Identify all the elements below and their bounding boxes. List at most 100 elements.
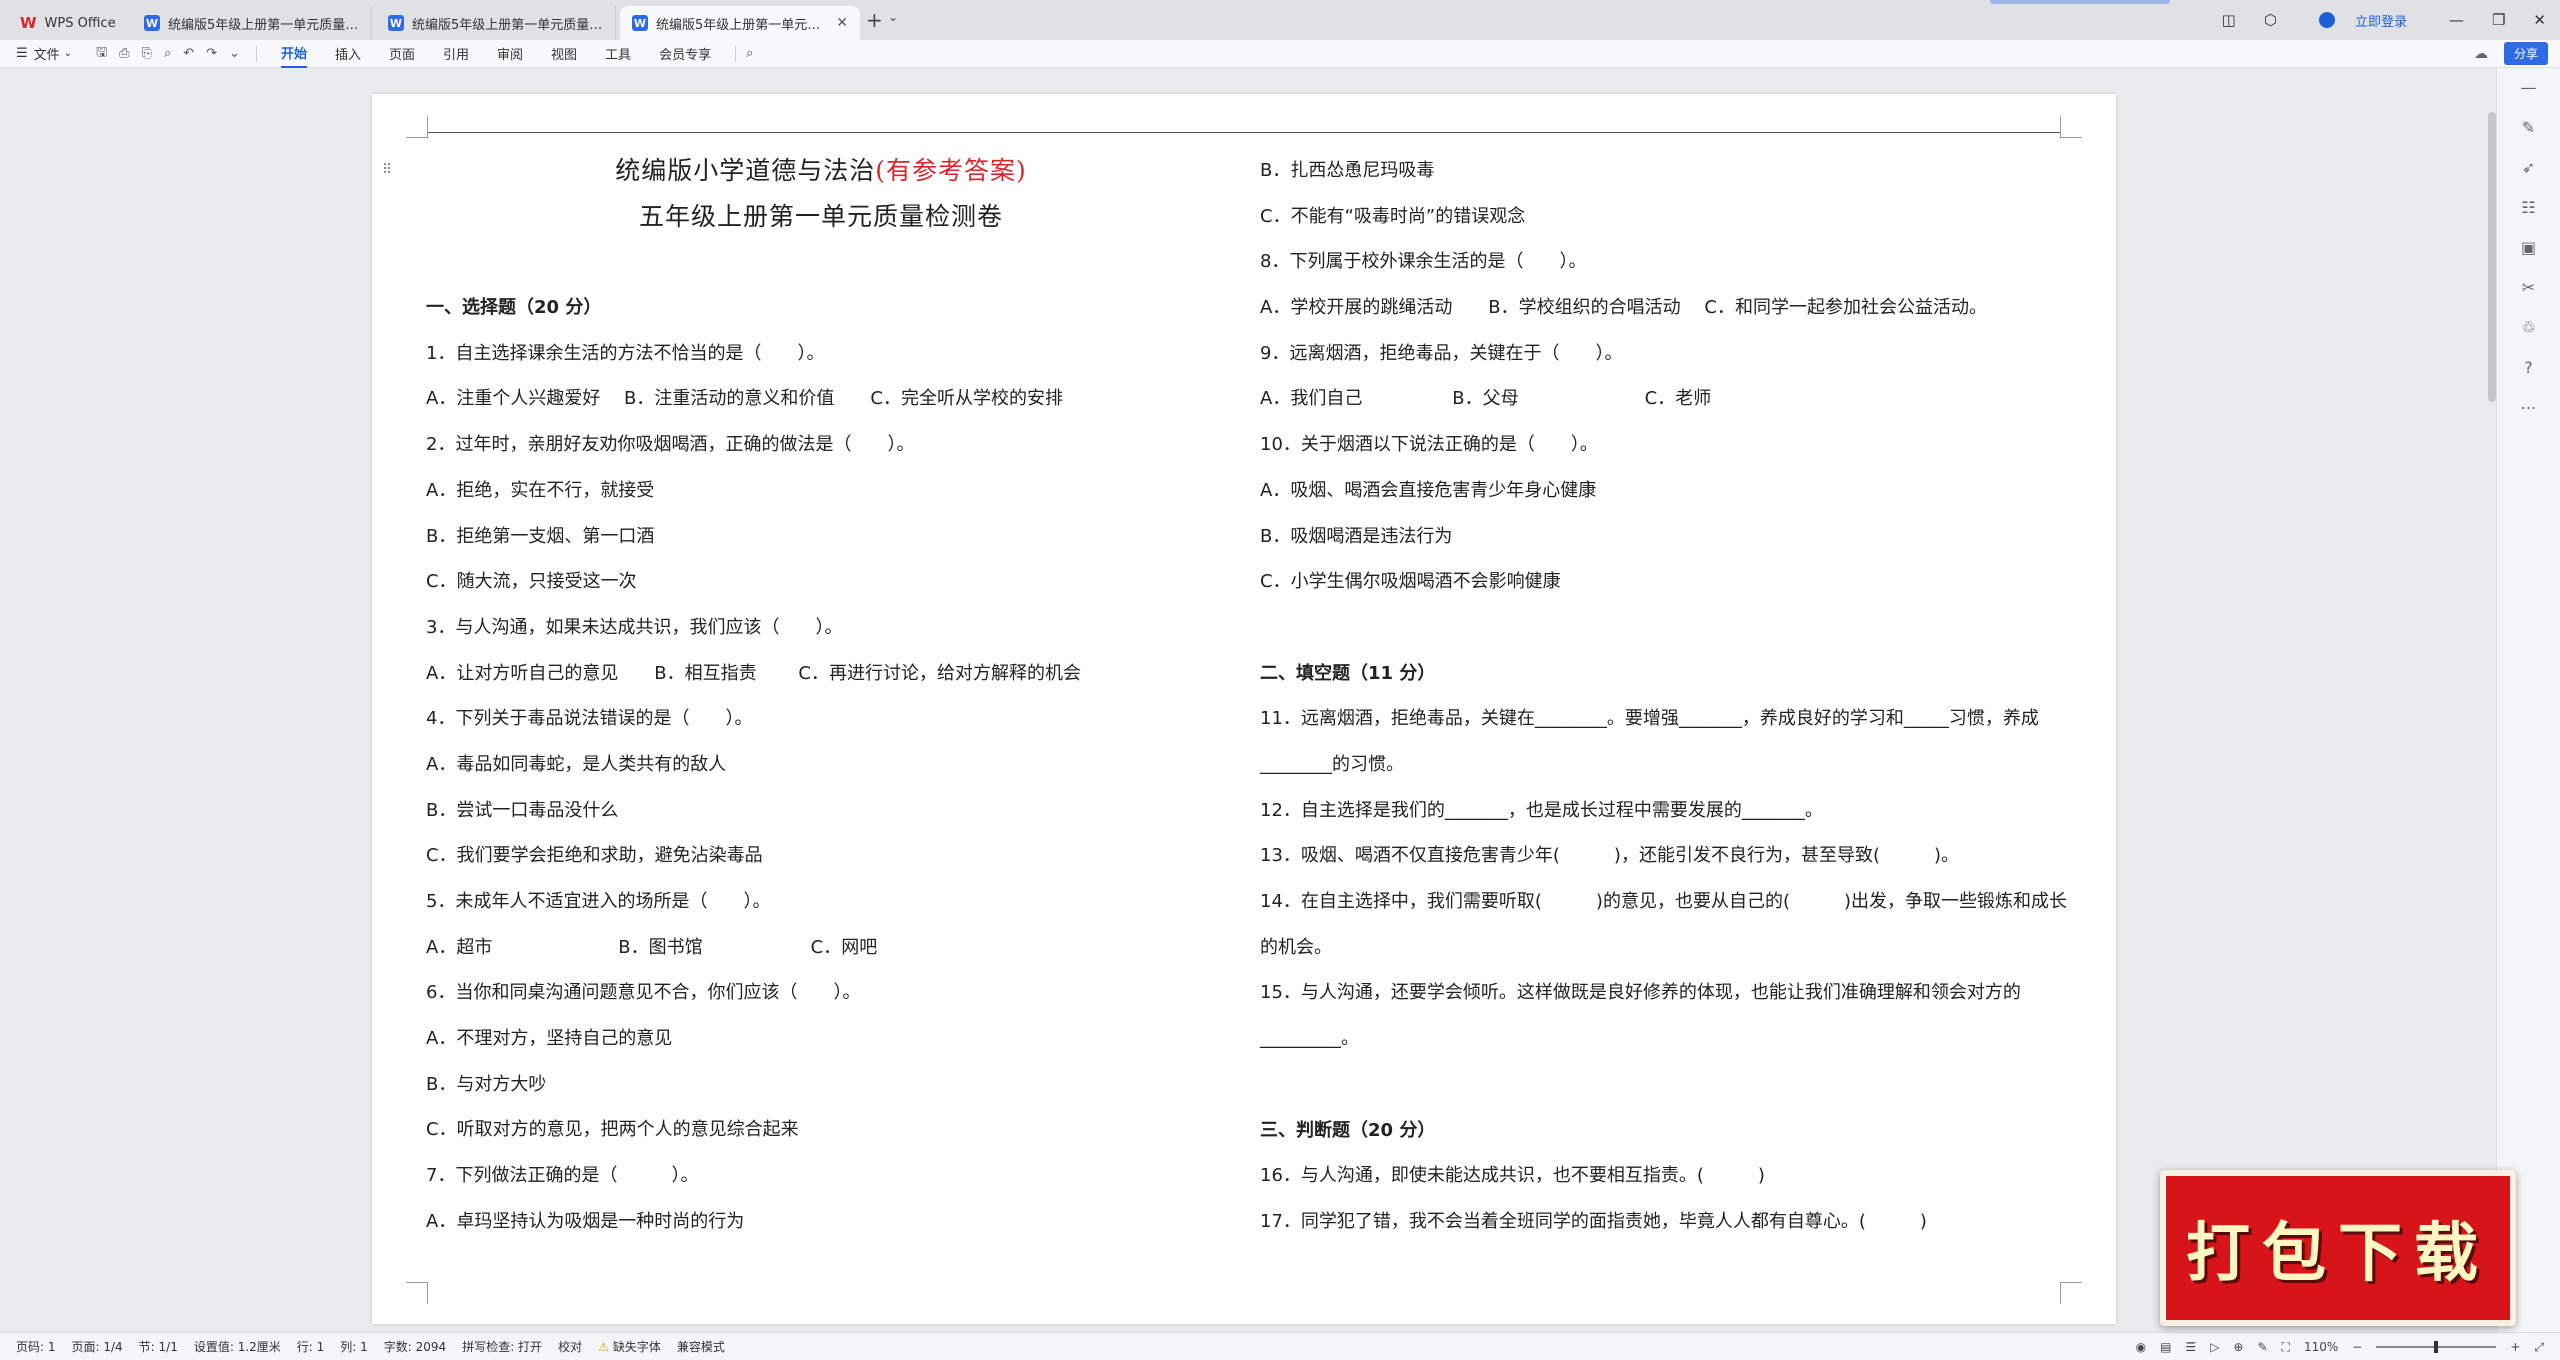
tab-document[interactable]: W 统编版5年级上册第一单元质量调研卷 [132, 6, 372, 40]
tab-view[interactable]: 视图 [551, 40, 577, 67]
minimize-icon[interactable]: — [2449, 11, 2464, 29]
option-line: A．拒绝，实在不行，就接受 [426, 479, 655, 501]
chevron-down-icon[interactable]: ⌄ [888, 10, 898, 24]
outline-view-icon[interactable]: ☰ [2185, 1340, 2196, 1354]
status-words[interactable]: 字数: 2094 [384, 1338, 446, 1355]
fit-icon[interactable]: ⛶ [2282, 1340, 2290, 1355]
option-line: A．卓玛坚持认为吸烟是一种时尚的行为 [426, 1210, 745, 1232]
zoom-slider[interactable] [2376, 1341, 2497, 1353]
new-tab-icon[interactable]: + [866, 8, 883, 32]
login-button[interactable]: 立即登录 [2305, 11, 2421, 30]
download-badge[interactable]: 打包下载 [2160, 1170, 2516, 1326]
status-right: ◉ ▤ ☰ ▷ ⊕ ✎ ⛶ 110% − + ⤢ [2122, 1333, 2544, 1360]
edit-icon[interactable]: ✎ [2497, 108, 2560, 148]
status-page[interactable]: 页码: 1 [16, 1338, 56, 1355]
doc-subtitle: 五年级上册第一单元质量检测卷 [638, 201, 1003, 231]
question-line: 12．自主选择是我们的_______，也是成长过程中需要发展的_______。 [1260, 799, 1823, 821]
option-line: A．我们自己 B．父母 C．老师 [1260, 388, 1712, 410]
tab-references[interactable]: 引用 [443, 40, 469, 67]
wps-logo-icon: W [20, 14, 37, 32]
status-proofread[interactable]: 校对 [558, 1338, 582, 1355]
search-icon[interactable]: ⌕ [746, 46, 753, 61]
status-pages[interactable]: 页面: 1/4 [72, 1338, 123, 1355]
pointer-icon[interactable]: ➶ [2497, 148, 2560, 188]
download-badge-label: 打包下载 [2186, 1216, 2490, 1291]
tab-home[interactable]: 开始 [280, 39, 307, 68]
document-page[interactable]: ⠿ 统编版小学道德与法治(有参考答案) 五年级上册第一单元质量检测卷 一、选择题… [372, 94, 2116, 1324]
question-line: 11．远离烟酒，拒绝毒品，关键在________。要增强_______，养成良好… [1260, 708, 2039, 775]
zoom-value[interactable]: 110% [2304, 1340, 2338, 1354]
option-line: C．不能有“吸毒时尚”的错误观念 [1260, 205, 1526, 227]
close-window-icon[interactable]: ✕ [2533, 11, 2546, 29]
question-line: 16．与人沟通，即使未能达成共识，也不要相互指责。( ) [1260, 1165, 1765, 1187]
tab-review[interactable]: 审阅 [497, 40, 523, 67]
file-menu-button[interactable]: ☰ 文件 ⌄ [16, 44, 72, 63]
save-icon[interactable]: 🖫 [96, 43, 107, 65]
eye-icon[interactable]: ◉ [2136, 1340, 2146, 1354]
tab-page[interactable]: 页面 [389, 40, 415, 67]
ribbon-right: ☁ 分享 [2474, 42, 2548, 65]
settings-sliders-icon[interactable]: ☷ [2497, 188, 2560, 228]
fullscreen-icon[interactable]: ⤢ [2534, 1340, 2544, 1355]
option-line: A．让对方听自己的意见 B．相互指责 C．再进行讨论，给对方解释的机会 [426, 662, 1081, 684]
redo-icon[interactable]: ↷ [206, 46, 217, 61]
option-line: B．拒绝第一支烟、第一口酒 [426, 525, 655, 547]
tab-label: 统编版5年级上册第一单元质量调研卷 [412, 17, 603, 33]
tab-insert[interactable]: 插入 [335, 40, 361, 67]
status-setting[interactable]: 设置值: 1.2厘米 [194, 1338, 281, 1355]
export-pdf-icon[interactable]: ⎙ [119, 46, 129, 61]
zoom-out-icon[interactable]: − [2352, 1340, 2362, 1354]
close-icon[interactable]: ✕ [836, 15, 848, 31]
vertical-scrollbar[interactable] [2488, 112, 2496, 402]
avatar [2318, 12, 2335, 28]
left-column: 统编版小学道德与法治(有参考答案) 五年级上册第一单元质量检测卷 一、选择题（2… [426, 148, 1216, 1245]
restore-icon[interactable]: ❐ [2492, 11, 2505, 29]
tab-document-active[interactable]: W 统编版5年级上册第一单元质量 ✕ [620, 6, 860, 40]
print-preview-icon[interactable]: ⌕ [164, 46, 171, 61]
tab-tools[interactable]: 工具 [605, 40, 631, 67]
hamburger-icon: ☰ [16, 46, 28, 61]
cloud-icon[interactable]: ☁ [2474, 46, 2488, 62]
undo-icon[interactable]: ↶ [183, 46, 194, 61]
status-spellcheck[interactable]: 拼写检查: 打开 [462, 1338, 542, 1355]
tab-wps-home[interactable]: W WPS Office [8, 6, 128, 40]
chevron-down-icon[interactable]: ⌄ [229, 46, 240, 61]
word-doc-icon: W [632, 15, 648, 31]
web-view-icon[interactable]: ⊕ [2233, 1340, 2243, 1354]
doc-title-text: 统编版小学道德与法治 [615, 156, 876, 185]
option-line: A．超市 B．图书馆 C．网吧 [426, 936, 878, 958]
option-line: B．与对方大吵 [426, 1073, 547, 1095]
zoom-in-icon[interactable]: + [2510, 1340, 2520, 1354]
more-icon[interactable]: ⋯ [2497, 388, 2560, 428]
question-line: 1．自主选择课余生活的方法不恰当的是（ ）。 [426, 342, 825, 364]
option-line: A．不理对方，坚持自己的意见 [426, 1028, 673, 1050]
share-button[interactable]: 分享 [2503, 42, 2548, 65]
page-view-icon[interactable]: ▤ [2160, 1340, 2171, 1354]
zoom-slider-knob[interactable] [2434, 1341, 2439, 1353]
ribbon: ☰ 文件 ⌄ 🖫 ⎙ ⎘ ⌕ ↶ ↷ ⌄ 开始 插入 页面 引用 审阅 视图 工… [0, 40, 2560, 68]
drag-handle-icon[interactable]: ⠿ [382, 162, 392, 178]
crop-mark [406, 1282, 428, 1304]
tools-icon[interactable]: ✂ [2497, 268, 2560, 308]
image-edit-icon[interactable]: ▣ [2497, 228, 2560, 268]
print-icon[interactable]: ⎘ [142, 46, 152, 61]
status-section[interactable]: 节: 1/1 [139, 1338, 178, 1355]
pen-icon[interactable]: ✎ [2257, 1340, 2267, 1354]
layout-icon[interactable]: ◫ [2222, 11, 2236, 29]
tab-document[interactable]: W 统编版5年级上册第一单元质量调研卷 [376, 6, 616, 40]
option-line: C．随大流，只接受这一次 [426, 571, 637, 593]
document-workspace[interactable]: ⠿ 统编版小学道德与法治(有参考答案) 五年级上册第一单元质量检测卷 一、选择题… [0, 68, 2496, 1332]
cube-icon[interactable]: ⬡ [2264, 11, 2277, 29]
play-icon[interactable]: ▷ [2210, 1340, 2219, 1354]
tab-label: 统编版5年级上册第一单元质量调研卷 [168, 17, 359, 33]
status-missing-font[interactable]: ⚠ 缺失字体 [598, 1338, 661, 1355]
file-menu-label: 文件 [33, 48, 60, 63]
collapse-icon[interactable]: — [2497, 68, 2560, 108]
question-line: 15．与人沟通，还要学会倾听。这样做既是良好修养的体现，也能让我们准确理解和领会… [1260, 982, 2021, 1050]
help-icon[interactable]: ? [2497, 348, 2560, 388]
section-heading: 二、填空题（11 分） [1260, 662, 1436, 684]
shirt-icon[interactable]: ♲ [2497, 308, 2560, 348]
tab-member[interactable]: 会员专享 [659, 40, 711, 67]
